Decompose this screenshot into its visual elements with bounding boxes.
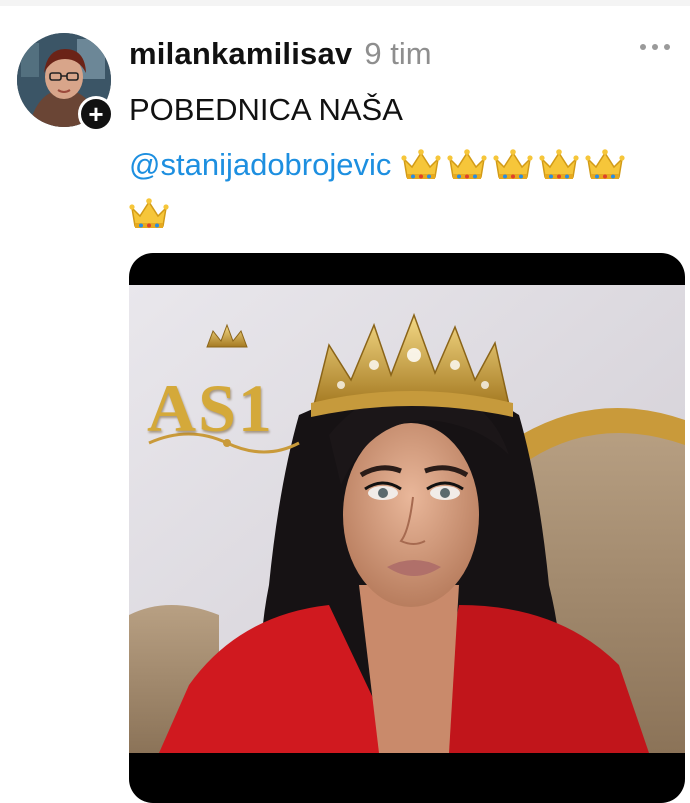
- post-header: milankamilisav 9 tim: [129, 32, 432, 76]
- more-horizontal-icon[interactable]: [640, 44, 670, 50]
- crown-emoji-icon: [129, 198, 169, 228]
- mention-line: @stanijadobrojevic: [129, 143, 625, 187]
- post-time: 9 tim: [364, 36, 432, 71]
- post-image-card[interactable]: AS1: [129, 253, 685, 803]
- crown-emoji-icon: [585, 149, 625, 179]
- as1-logo: AS1: [147, 370, 274, 446]
- post-photo: AS1: [129, 285, 685, 753]
- post-text: POBEDNICA NAŠA: [129, 92, 403, 127]
- top-strip: [0, 0, 690, 6]
- crown-emoji-row-2: [129, 196, 169, 237]
- profile-avatar[interactable]: +: [17, 33, 114, 132]
- crown-emoji-icon: [539, 149, 579, 179]
- mention-link[interactable]: @stanijadobrojevic: [129, 147, 391, 183]
- follow-plus-icon[interactable]: +: [78, 96, 114, 132]
- crown-emoji-icon: [493, 149, 533, 179]
- crown-emoji-icon: [447, 149, 487, 179]
- crown-emoji-icon: [401, 149, 441, 179]
- crown-emoji-row: [401, 147, 625, 183]
- username[interactable]: milankamilisav: [129, 36, 352, 72]
